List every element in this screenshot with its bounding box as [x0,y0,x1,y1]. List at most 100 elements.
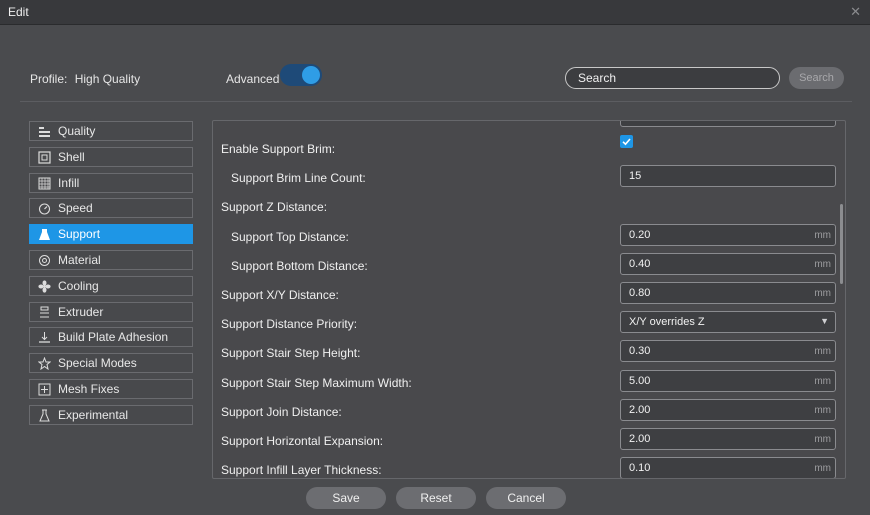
setting-label: Support Join Distance: [221,404,342,419]
setting-value: 0.10 [629,462,651,475]
setting-input[interactable]: 0.20 mm [620,223,836,246]
setting-value: 0.40 [629,257,651,270]
advanced-toggle[interactable] [280,64,322,86]
setting-label: Support Bottom Distance: [231,258,368,273]
setting-row: Support Stair Step Maximum Width: 5.00 mm [213,367,843,396]
speed-icon [38,202,51,215]
category-label: Special Modes [58,356,137,371]
setting-row: Enable Support Brim: [213,133,843,162]
title-bar: Edit ✕ [0,0,870,25]
setting-label: Support Horizontal Expansion: [221,434,384,448]
setting-row: Support Horizontal Expansion: 2.00 mm [213,425,843,454]
category-build-plate-adhesion[interactable]: Build Plate Adhesion [29,327,193,348]
category-special-modes[interactable]: Special Modes [29,353,193,374]
category-infill[interactable]: Infill [29,172,193,193]
category-label: Experimental [58,407,129,422]
setting-row: Support Bottom Distance: 0.40 mm [213,250,843,279]
setting-input[interactable]: 2.00 mm [620,428,836,450]
mesh-fixes-icon [38,383,51,396]
category-mesh-fixes[interactable]: Mesh Fixes [29,379,193,399]
material-icon [38,254,51,267]
chevron-down-icon: ▼ [820,316,829,327]
setting-unit: mm [814,258,831,270]
category-label: Quality [58,124,96,138]
category-cooling[interactable]: Cooling [29,275,193,296]
close-icon[interactable]: ✕ [850,4,861,20]
build-plate-icon [38,331,51,344]
setting-row: Support Infill Layer Thickness: 0.10 mm [213,454,843,478]
cooling-icon [38,280,51,293]
category-label: Material [58,253,101,267]
enable-support-brim-checkbox[interactable] [620,135,633,148]
category-label: Cooling [58,278,99,293]
shell-icon [38,151,51,164]
category-extruder[interactable]: Extruder [29,301,193,322]
extruder-icon [38,306,51,319]
setting-input[interactable]: 0.30 mm [620,340,836,363]
setting-unit: mm [814,229,831,241]
setting-input[interactable]: 5.00 mm [620,369,836,392]
setting-row: Support Brim Line Count: 15 [213,162,843,191]
search-button[interactable]: Search [789,67,844,89]
setting-row: Support Z Distance: [213,191,843,220]
setting-row: Support X/Y Distance: 0.80 mm [213,279,843,308]
setting-input[interactable]: 15 [620,165,836,188]
setting-value: X/Y overrides Z [629,316,705,329]
window-title: Edit [8,5,29,19]
category-label: Shell [58,149,85,164]
setting-unit: mm [814,375,831,387]
setting-label: Support Z Distance: [221,200,328,215]
setting-row: Support Distance Priority: X/Y overrides … [213,308,843,337]
setting-unit: mm [814,463,831,475]
setting-input[interactable]: 0.40 mm [620,252,836,275]
category-label: Speed [58,201,93,216]
category-label: Extruder [58,304,104,319]
setting-row: Support Join Distance: 2.00 mm [213,396,843,425]
category-label: Mesh Fixes [58,382,120,396]
category-label: Support [58,227,101,242]
setting-unit: mm [814,434,831,445]
setting-input[interactable]: 2.00 mm [620,398,836,421]
partial-field [620,121,836,127]
setting-row: Support Top Distance: 0.20 mm [213,221,843,250]
setting-label: Support Stair Step Height: [221,346,361,361]
setting-unit: mm [814,346,831,358]
experimental-icon [38,409,51,422]
setting-label: Support Stair Step Maximum Width: [221,375,412,390]
category-shell[interactable]: Shell [29,146,193,167]
quality-icon [38,125,51,138]
infill-icon [38,177,51,190]
special-modes-icon [37,356,52,371]
setting-input[interactable]: 0.80 mm [620,282,836,304]
cancel-button[interactable]: Cancel [486,487,566,509]
setting-input[interactable]: 0.10 mm [620,457,836,478]
reset-button[interactable]: Reset [396,487,476,509]
category-material[interactable]: Material [29,250,193,270]
setting-value: 0.30 [629,345,651,358]
search-input[interactable] [565,67,780,89]
setting-value: 5.00 [629,374,651,387]
support-icon [38,228,51,241]
category-speed[interactable]: Speed [29,198,193,219]
setting-value: 2.00 [629,403,651,416]
profile-value: High Quality [74,72,141,86]
category-support[interactable]: Support [29,224,193,245]
settings-panel[interactable]: Enable Support Brim: Support Brim Line Co… [212,120,846,479]
setting-label: Support X/Y Distance: [221,288,339,302]
category-label: Build Plate Adhesion [58,330,169,345]
setting-unit: mm [814,404,831,416]
setting-row: Support Stair Step Height: 0.30 mm [213,337,843,366]
setting-unit: mm [814,288,831,299]
toggle-knob [302,66,320,84]
setting-value: 0.20 [629,228,651,241]
scrollbar[interactable] [840,204,843,284]
distance-priority-select[interactable]: X/Y overrides Z ▼ [620,311,836,334]
advanced-label: Advanced [226,72,280,86]
setting-label: Enable Support Brim: [221,142,336,156]
category-experimental[interactable]: Experimental [29,404,193,425]
setting-value: 15 [629,170,642,183]
setting-label: Support Brim Line Count: [231,171,366,186]
setting-label: Support Infill Layer Thickness: [221,463,382,478]
save-button[interactable]: Save [306,487,386,509]
category-quality[interactable]: Quality [29,121,193,141]
